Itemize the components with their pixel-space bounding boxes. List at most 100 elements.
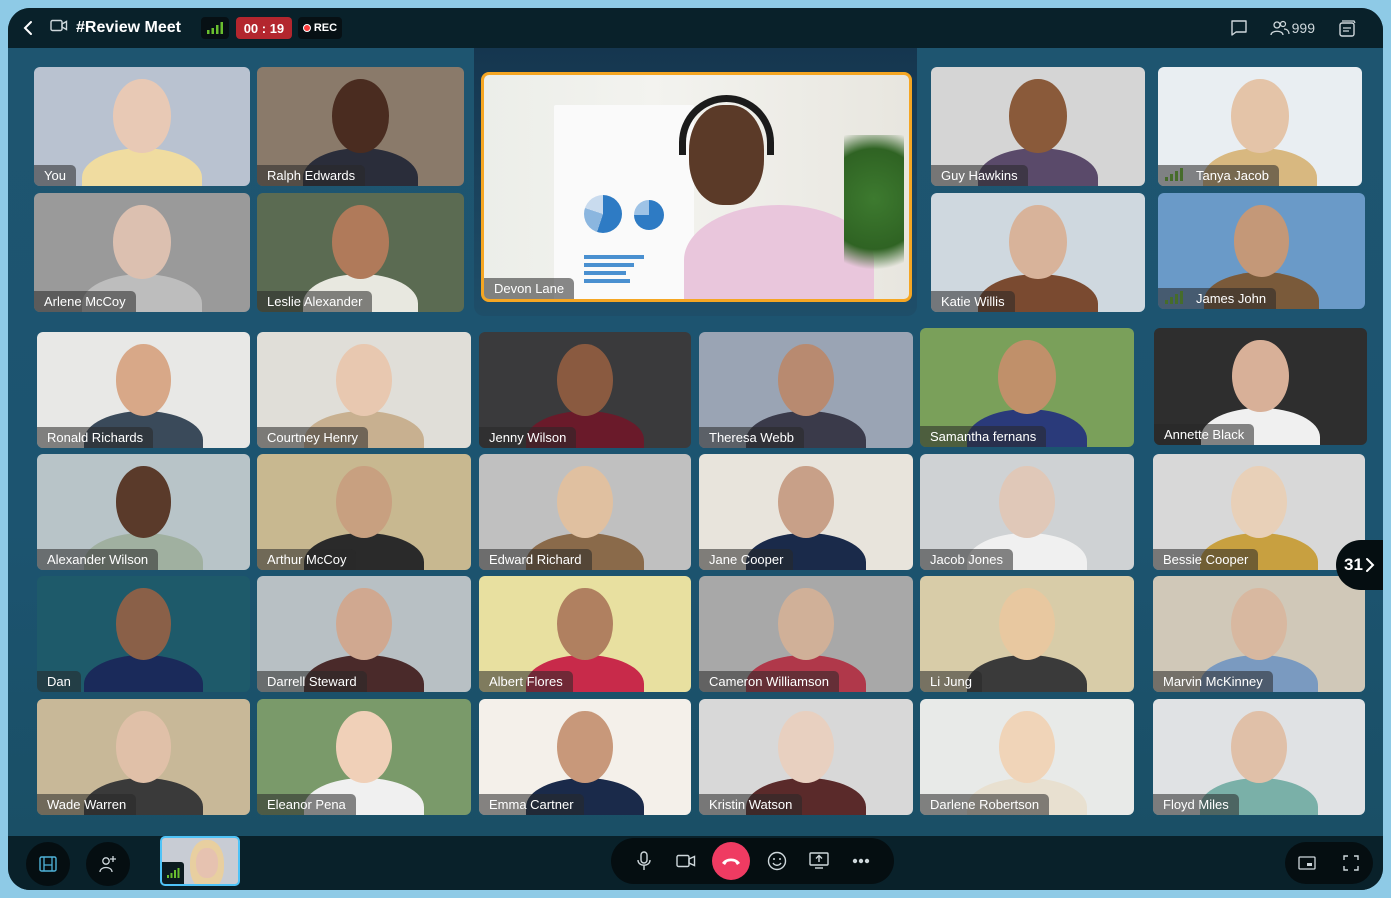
participant-name: Tanya Jacob <box>1158 165 1279 186</box>
participant-body <box>967 654 1087 692</box>
participant-tile[interactable]: Tanya Jacob <box>1158 67 1362 186</box>
participant-body <box>83 654 204 692</box>
participant-name: Arthur McCoy <box>257 549 357 570</box>
participant-face <box>778 710 834 783</box>
participant-face <box>331 204 390 279</box>
chevron-right-icon <box>1365 558 1375 572</box>
bar-graphic <box>584 263 634 267</box>
participant-face <box>1231 587 1287 660</box>
participant-face <box>336 587 392 660</box>
participant-tile[interactable]: Eleanor Pena <box>257 699 471 815</box>
recording-label: REC <box>313 22 338 34</box>
participant-tile[interactable]: Jenny Wilson <box>479 332 691 448</box>
participant-name: Floyd Miles <box>1153 794 1239 815</box>
more-options-button[interactable] <box>845 845 877 877</box>
featured-speaker-tile[interactable]: Devon Lane <box>481 72 912 302</box>
plant-graphic <box>844 135 904 295</box>
participant-name: Alexander Wilson <box>37 549 159 570</box>
notes-button[interactable] <box>1337 19 1357 37</box>
participant-name: James John <box>1158 288 1277 309</box>
participant-name: Bessie Cooper <box>1153 549 1259 570</box>
participant-name: Jenny Wilson <box>479 427 577 448</box>
notes-stack-icon <box>1339 20 1356 37</box>
next-page-button[interactable]: 31 <box>1336 540 1383 590</box>
video-stage: Devon Lane You Ralph Edwards Arlene McCoy L… <box>8 48 1383 836</box>
participant-name: Leslie Alexander <box>257 291 373 312</box>
video-camera-icon <box>676 854 696 868</box>
participants-button[interactable]: 999 <box>1269 20 1315 36</box>
chat-bubble-icon <box>1230 20 1247 36</box>
participant-tile[interactable]: James John <box>1158 193 1365 309</box>
participant-name: Jacob Jones <box>920 549 1013 570</box>
participant-tile[interactable]: Katie Willis <box>931 193 1145 312</box>
participant-name: Kristin Watson <box>699 794 803 815</box>
participant-tile[interactable]: Arthur McCoy <box>257 454 471 570</box>
add-participant-button[interactable] <box>86 842 130 886</box>
end-call-button[interactable] <box>712 842 751 880</box>
participant-tile[interactable]: Ralph Edwards <box>257 67 464 186</box>
reactions-button[interactable] <box>761 845 793 877</box>
call-controls <box>611 838 894 884</box>
participant-tile[interactable]: Albert Flores <box>479 576 691 692</box>
headphones-graphic <box>679 95 774 155</box>
participant-name: You <box>34 165 76 186</box>
participant-face <box>1009 78 1067 153</box>
participant-tile[interactable]: Annette Black <box>1154 328 1367 445</box>
participant-tile[interactable]: Alexander Wilson <box>37 454 250 570</box>
microphone-button[interactable] <box>628 845 660 877</box>
participant-tile[interactable]: Marvin McKinney <box>1153 576 1365 692</box>
participant-face <box>999 587 1055 660</box>
recording-badge[interactable]: REC <box>297 17 342 39</box>
remaining-count: 31 <box>1344 555 1363 574</box>
participant-name: Annette Black <box>1154 424 1255 445</box>
participant-name: Devon Lane <box>484 278 575 299</box>
participant-tile[interactable]: Dan <box>37 576 250 692</box>
participant-name: Darrell Steward <box>257 671 367 692</box>
participant-name: Darlene Robertson <box>920 794 1050 815</box>
participant-tile[interactable]: Emma Cartner <box>479 699 691 815</box>
bar-graphic <box>584 279 630 283</box>
participant-tile[interactable]: Li Jung <box>920 576 1134 692</box>
participant-body <box>81 147 203 186</box>
picture-in-picture-button[interactable] <box>1291 847 1323 879</box>
participant-tile[interactable]: Floyd Miles <box>1153 699 1365 815</box>
chat-button[interactable] <box>1230 19 1248 37</box>
participant-face <box>115 710 172 783</box>
self-preview-thumbnail[interactable] <box>160 836 240 886</box>
participant-face <box>115 465 172 538</box>
participant-tile[interactable]: Guy Hawkins <box>931 67 1145 186</box>
participant-face <box>336 343 392 416</box>
participant-name: Li Jung <box>920 671 982 692</box>
chart-paper <box>554 105 694 299</box>
participant-tile[interactable]: Edward Richard <box>479 454 691 570</box>
participant-face <box>778 587 834 660</box>
chevron-left-icon <box>23 21 32 35</box>
layout-button[interactable] <box>26 842 70 886</box>
back-button[interactable] <box>20 20 36 36</box>
participant-tile[interactable]: Darrell Steward <box>257 576 471 692</box>
self-signal <box>162 862 184 884</box>
participant-tile[interactable]: Samantha fernans <box>920 328 1134 447</box>
participant-face <box>1231 465 1287 538</box>
participant-tile[interactable]: Kristin Watson <box>699 699 913 815</box>
participant-tile[interactable]: Arlene McCoy <box>34 193 250 312</box>
participant-tile[interactable]: Jacob Jones <box>920 454 1134 570</box>
fullscreen-button[interactable] <box>1335 847 1367 879</box>
participant-tile[interactable]: Ronald Richards <box>37 332 250 448</box>
participant-tile[interactable]: Theresa Webb <box>699 332 913 448</box>
participant-tile[interactable]: Jane Cooper <box>699 454 913 570</box>
participant-tile[interactable]: Bessie Cooper <box>1153 454 1365 570</box>
participant-face <box>1232 339 1289 413</box>
participant-tile[interactable]: Courtney Henry <box>257 332 471 448</box>
participant-name: Jane Cooper <box>699 549 794 570</box>
participant-tile[interactable]: Darlene Robertson <box>920 699 1134 815</box>
participant-tile[interactable]: Cameron Williamson <box>699 576 913 692</box>
participant-name: Ralph Edwards <box>257 165 366 186</box>
participant-face <box>557 587 613 660</box>
share-screen-button[interactable] <box>803 845 835 877</box>
participant-tile[interactable]: Wade Warren <box>37 699 250 815</box>
participant-tile[interactable]: Leslie Alexander <box>257 193 464 312</box>
participant-tile[interactable]: You <box>34 67 250 186</box>
participant-face <box>1231 710 1287 783</box>
camera-button[interactable] <box>670 845 702 877</box>
